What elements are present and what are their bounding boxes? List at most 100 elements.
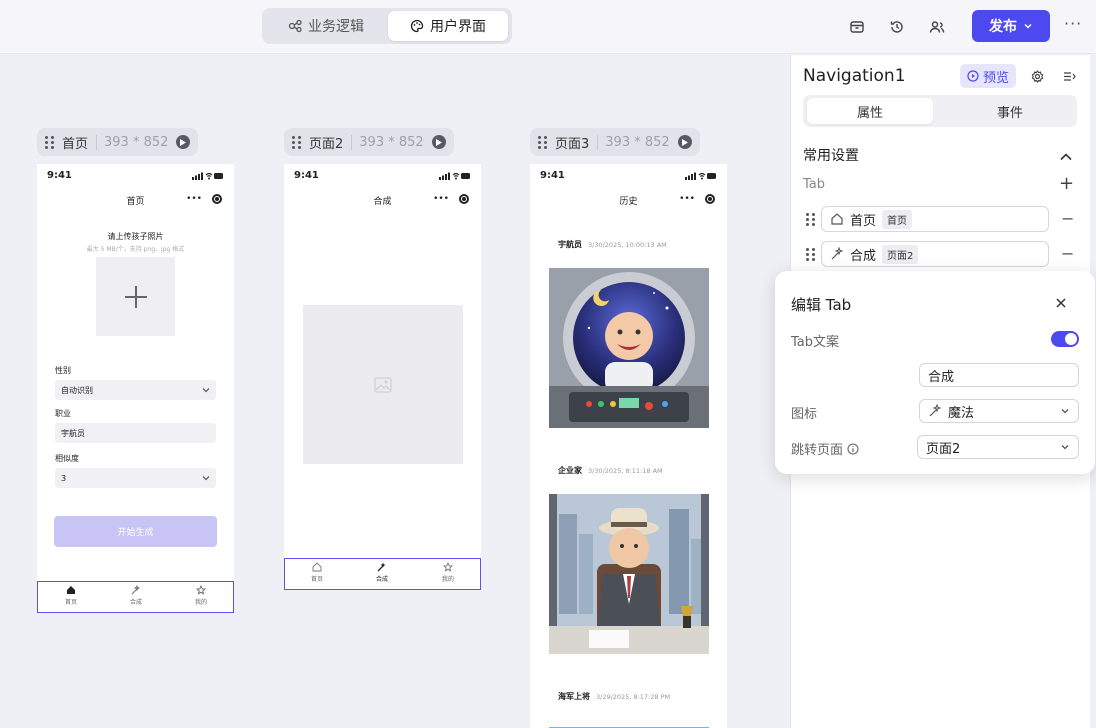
history-icon[interactable]: [886, 16, 908, 38]
remove-tab-icon[interactable]: −: [1061, 209, 1074, 228]
tab-events[interactable]: 事件: [947, 98, 1073, 124]
tab-user-interface[interactable]: 用户界面: [388, 11, 508, 41]
chevron-down-icon: [202, 388, 210, 393]
more-icon[interactable]: ···: [1064, 14, 1082, 33]
tab-label: 首页: [64, 599, 77, 606]
magic-icon: [831, 247, 844, 260]
popover-title: 编辑 Tab: [791, 296, 852, 314]
remove-tab-icon[interactable]: −: [1061, 244, 1074, 263]
gender-label: 性别: [55, 366, 71, 375]
settings-gear-icon[interactable]: [1029, 68, 1045, 84]
tab-item-mine[interactable]: 我的: [428, 562, 468, 583]
upload-box[interactable]: [96, 257, 175, 336]
panel-tabs: 属性 事件: [803, 95, 1077, 127]
frame-label-page3[interactable]: 页面3 393 * 852: [530, 128, 700, 156]
image-icon: [374, 376, 392, 393]
similarity-value: 3: [61, 473, 67, 483]
archive-icon[interactable]: [846, 16, 868, 38]
history-image-admiral[interactable]: [549, 720, 709, 728]
tab-item-mine[interactable]: 我的: [181, 585, 221, 606]
frame-size: 393 * 852: [351, 134, 424, 150]
close-icon[interactable]: [1055, 295, 1067, 313]
tabbar-home[interactable]: 首页 合成 我的: [37, 581, 234, 613]
similarity-select[interactable]: 3: [55, 468, 216, 488]
tab-text-input[interactable]: 合成: [919, 363, 1079, 387]
mini-program-capsule[interactable]: •••: [433, 194, 469, 204]
tab-item-compose[interactable]: 合成: [362, 562, 402, 583]
more-dots-icon[interactable]: •••: [679, 194, 695, 204]
tab-properties[interactable]: 属性: [807, 98, 933, 124]
tabbar-page2[interactable]: 首页 合成 我的: [284, 558, 481, 590]
tab-item-home[interactable]: 首页: [297, 562, 337, 583]
status-time: 9:41: [294, 170, 319, 181]
collapse-panel-icon[interactable]: [1061, 68, 1077, 84]
generate-button[interactable]: 开始生成: [54, 516, 217, 547]
history-image-entrepreneur[interactable]: [549, 494, 709, 654]
signal-icon: [685, 172, 717, 180]
tab-label: 合成: [375, 576, 388, 583]
tab-config-page: 页面2: [882, 244, 919, 264]
tab-item-home[interactable]: 首页: [51, 585, 91, 606]
tab-label: 我的: [441, 576, 454, 583]
play-circle-icon: [967, 70, 979, 82]
home-icon: [312, 562, 322, 572]
tab-config-row[interactable]: 合成 页面2 −: [803, 241, 1083, 267]
play-icon[interactable]: [677, 135, 692, 149]
history-item-name: 企业家: [558, 466, 582, 475]
history-image-astronaut[interactable]: [549, 268, 709, 428]
tab-config-box[interactable]: 首页 首页: [821, 206, 1049, 232]
close-target-icon[interactable]: [459, 194, 469, 204]
info-icon[interactable]: [847, 442, 859, 455]
drag-handle-icon[interactable]: [538, 135, 547, 149]
mini-program-capsule[interactable]: •••: [186, 194, 222, 204]
chevron-down-icon: [202, 476, 210, 481]
tab-item-compose[interactable]: 合成: [116, 585, 156, 606]
gender-select[interactable]: 自动识别: [55, 380, 216, 400]
status-bar: 9:41: [37, 170, 234, 182]
tab-config-box[interactable]: 合成 页面2: [821, 241, 1049, 267]
job-input[interactable]: 宇航员: [55, 423, 216, 443]
history-item-header: 海军上将 3/29/2025, 8:17:28 PM: [558, 691, 670, 702]
mini-program-capsule[interactable]: •••: [679, 194, 715, 204]
tab-config-label: 合成: [850, 248, 877, 264]
tab-business-logic[interactable]: 业务逻辑: [266, 11, 386, 41]
history-item-time: 3/30/2025, 10:00:13 AM: [588, 241, 667, 249]
flow-icon: [288, 19, 302, 33]
drag-handle-icon[interactable]: [292, 135, 301, 149]
tab-text-toggle[interactable]: [1051, 331, 1079, 347]
preview-button[interactable]: 预览: [960, 64, 1016, 88]
tab-text-value: 合成: [928, 369, 955, 385]
chevron-down-icon: [1061, 445, 1069, 450]
phone-frame-page3[interactable]: 9:41 历史 ••• 宇航员 3/30/2025, 10:00:13 AM 企…: [530, 164, 727, 728]
signal-icon: [192, 172, 224, 180]
icon-value: 魔法: [948, 405, 975, 421]
phone-frame-page2[interactable]: 9:41 合成 •••: [284, 164, 481, 558]
tab-config-page: 首页: [882, 209, 913, 229]
magic-icon: [929, 404, 942, 417]
history-item-name: 宇航员: [558, 240, 582, 249]
drag-handle-icon[interactable]: [806, 248, 815, 261]
users-icon[interactable]: [926, 16, 948, 38]
frame-label-page2[interactable]: 页面2 393 * 852: [284, 128, 454, 156]
close-target-icon[interactable]: [212, 194, 222, 204]
phone-frame-home[interactable]: 9:41 首页 ••• 请上传孩子照片 最大 5 MB/个，支持 png、jpg…: [37, 164, 234, 584]
drag-handle-icon[interactable]: [806, 213, 815, 226]
jump-page-select[interactable]: 页面2: [917, 435, 1079, 459]
play-icon[interactable]: [176, 135, 191, 149]
tab-config-row[interactable]: 首页 首页 −: [803, 206, 1083, 232]
publish-button[interactable]: 发布: [972, 10, 1050, 42]
tab-list-label: Tab: [803, 177, 826, 192]
icon-select[interactable]: 魔法: [919, 399, 1079, 423]
status-bar: 9:41: [284, 170, 481, 182]
frame-label-home[interactable]: 首页 393 * 852: [37, 128, 199, 156]
drag-handle-icon[interactable]: [45, 135, 54, 149]
publish-label: 发布: [989, 19, 1017, 35]
top-bar: 业务逻辑 用户界面 发布 ···: [0, 0, 1096, 54]
play-icon[interactable]: [431, 135, 446, 149]
chevron-up-icon[interactable]: [1059, 147, 1073, 166]
more-dots-icon[interactable]: •••: [186, 194, 202, 204]
more-dots-icon[interactable]: •••: [433, 194, 449, 204]
tab-business-logic-label: 业务逻辑: [308, 19, 364, 35]
close-target-icon[interactable]: [705, 194, 715, 204]
add-tab-icon[interactable]: +: [1059, 173, 1074, 194]
